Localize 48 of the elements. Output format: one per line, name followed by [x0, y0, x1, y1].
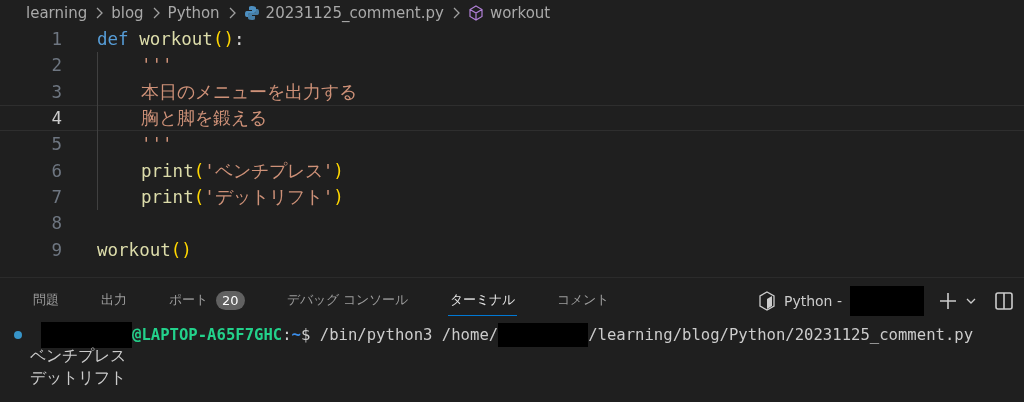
line-number: 4: [50, 108, 62, 129]
code-line: ''': [141, 134, 173, 155]
line-number: 9: [50, 239, 62, 260]
breadcrumb-item[interactable]: learning: [26, 4, 88, 22]
code-line: 胸と脚を鍛える: [141, 107, 267, 131]
panel-tab[interactable]: デバッグ コンソール: [284, 285, 410, 316]
code-line: print('ベンチプレス'): [141, 159, 344, 183]
code-line: def workout():: [97, 29, 245, 50]
split-icon[interactable]: [994, 290, 1014, 311]
chevron-icon: [95, 7, 104, 19]
code-line: workout(): [97, 239, 192, 260]
panel-tab[interactable]: ポート 20: [167, 285, 247, 316]
terminal-command: $ /bin/python3 /home/: [301, 325, 499, 344]
terminal-icon: [757, 290, 776, 311]
cube-icon: [467, 5, 484, 21]
panel-tab[interactable]: 問題: [31, 285, 61, 316]
terminal-profile[interactable]: Python -: [783, 292, 842, 309]
panel-tab[interactable]: ターミナル: [447, 285, 517, 316]
chevron-down-icon[interactable]: [966, 296, 976, 305]
line-number: 8: [50, 213, 62, 234]
chevron-icon: [227, 7, 236, 19]
chevron-icon: [451, 7, 460, 19]
terminal-host: @LAPTOP-A65F7GHC: [132, 325, 283, 344]
code-line: 本日のメニューを出力する: [141, 80, 357, 104]
line-number: 6: [50, 160, 62, 181]
terminal-dir: ~: [291, 325, 301, 344]
terminal-output: ベンチプレス: [29, 345, 127, 367]
status-dot: [14, 330, 22, 339]
breadcrumb-item[interactable]: workout: [489, 4, 551, 22]
breadcrumb-item[interactable]: 20231125_comment.py: [265, 4, 444, 22]
plus-icon[interactable]: [938, 290, 958, 311]
terminal-output: デットリフト: [29, 367, 127, 389]
panel-tab[interactable]: コメント: [554, 285, 611, 316]
line-number: 2: [50, 55, 62, 76]
terminal-separator: :: [282, 325, 292, 344]
breadcrumb-item[interactable]: Python: [167, 4, 220, 22]
panel-tab[interactable]: 出力: [99, 285, 129, 316]
code-line: ''': [141, 55, 173, 76]
line-number: 3: [50, 81, 62, 102]
breadcrumb-item[interactable]: blog: [111, 4, 144, 22]
python-icon: [243, 5, 260, 21]
line-number: 7: [50, 186, 62, 207]
chevron-icon: [151, 7, 160, 19]
code-line: print('デットリフト'): [141, 185, 344, 209]
line-number: 5: [50, 134, 62, 155]
line-number: 1: [50, 29, 62, 50]
count-badge: 20: [216, 290, 245, 310]
terminal-command: /learning/blog/Python/20231125_comment.py: [588, 325, 974, 344]
